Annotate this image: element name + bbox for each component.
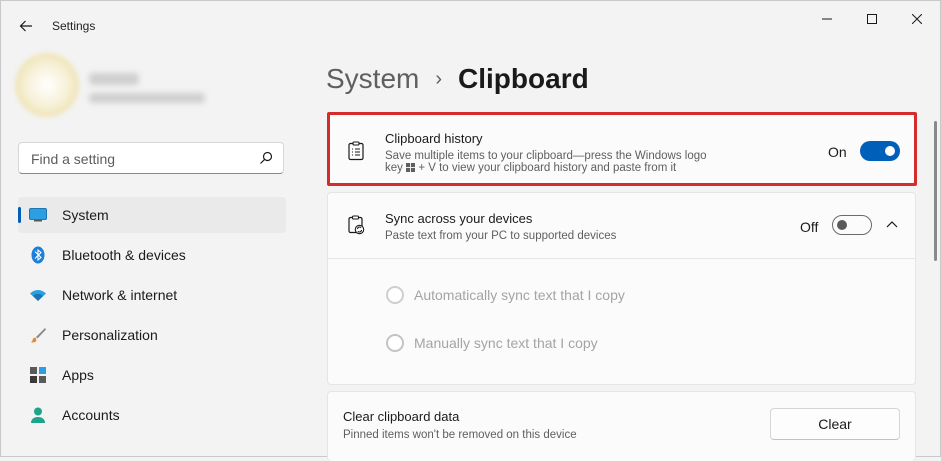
sidebar-item-apps[interactable]: Apps xyxy=(18,357,286,393)
sync-desc: Paste text from your PC to supported dev… xyxy=(385,230,617,242)
sidebar-item-accounts[interactable]: Accounts xyxy=(18,397,286,433)
sidebar-item-label: Apps xyxy=(62,367,94,383)
maximize-icon xyxy=(867,14,877,24)
sidebar-item-network[interactable]: Network & internet xyxy=(18,277,286,313)
sidebar-item-label: Network & internet xyxy=(62,287,178,303)
sync-state: Off xyxy=(800,219,819,235)
search-input[interactable] xyxy=(29,149,253,169)
radio-label: Manually sync text that I copy xyxy=(414,335,598,351)
sidebar-item-label: System xyxy=(62,207,109,223)
search-icon[interactable] xyxy=(259,151,273,165)
sidebar-item-label: Bluetooth & devices xyxy=(62,247,186,263)
page-title: Clipboard xyxy=(458,63,589,94)
sidebar-item-label: Personalization xyxy=(62,327,158,343)
sidebar-item-system[interactable]: System xyxy=(18,197,286,233)
radio-auto-sync[interactable]: Automatically sync text that I copy xyxy=(386,286,625,304)
radio-button[interactable] xyxy=(386,286,404,304)
sync-toggle[interactable] xyxy=(832,215,872,235)
minimize-button[interactable] xyxy=(804,7,850,31)
person-icon xyxy=(29,406,47,424)
settings-window: Settings System xyxy=(0,0,941,461)
sidebar-item-personalization[interactable]: Personalization xyxy=(18,317,286,353)
clear-data-title: Clear clipboard data xyxy=(343,409,460,424)
radio-button[interactable] xyxy=(386,334,404,352)
sync-title: Sync across your devices xyxy=(385,211,533,226)
clipboard-sync-icon xyxy=(348,215,365,235)
minimize-icon xyxy=(822,18,832,20)
breadcrumb-parent[interactable]: System xyxy=(326,63,419,95)
breadcrumb-separator: › xyxy=(435,67,443,90)
sync-devices-card: Sync across your devices Paste text from… xyxy=(327,192,916,385)
sidebar-nav: System Bluetooth & devices Network & int… xyxy=(18,197,286,437)
window-title: Settings xyxy=(52,19,96,33)
divider xyxy=(328,258,915,259)
bluetooth-icon xyxy=(29,246,47,264)
radio-manual-sync[interactable]: Manually sync text that I copy xyxy=(386,334,598,352)
radio-label: Automatically sync text that I copy xyxy=(414,287,625,303)
back-button[interactable] xyxy=(15,15,37,37)
brush-icon xyxy=(29,326,47,344)
profile-email-blurred xyxy=(89,93,205,103)
close-icon xyxy=(912,14,922,24)
title-bar: Settings xyxy=(1,1,940,49)
scrollbar[interactable] xyxy=(934,121,937,261)
back-arrow-icon xyxy=(19,20,32,32)
monitor-icon xyxy=(29,206,47,224)
maximize-button[interactable] xyxy=(849,7,895,31)
sidebar-item-bluetooth[interactable]: Bluetooth & devices xyxy=(18,237,286,273)
search-box[interactable] xyxy=(18,142,284,174)
clear-data-desc: Pinned items won't be removed on this de… xyxy=(343,429,577,441)
clear-button[interactable]: Clear xyxy=(770,408,900,440)
profile-name-blurred xyxy=(89,73,139,85)
user-profile[interactable] xyxy=(15,53,295,123)
avatar xyxy=(15,53,79,117)
sidebar-item-label: Accounts xyxy=(62,407,120,423)
wifi-icon xyxy=(29,286,47,304)
breadcrumb: System › Clipboard xyxy=(326,59,589,99)
chevron-up-icon[interactable] xyxy=(886,220,898,228)
close-button[interactable] xyxy=(894,7,940,31)
apps-icon xyxy=(29,366,47,384)
highlight-frame xyxy=(327,112,917,186)
